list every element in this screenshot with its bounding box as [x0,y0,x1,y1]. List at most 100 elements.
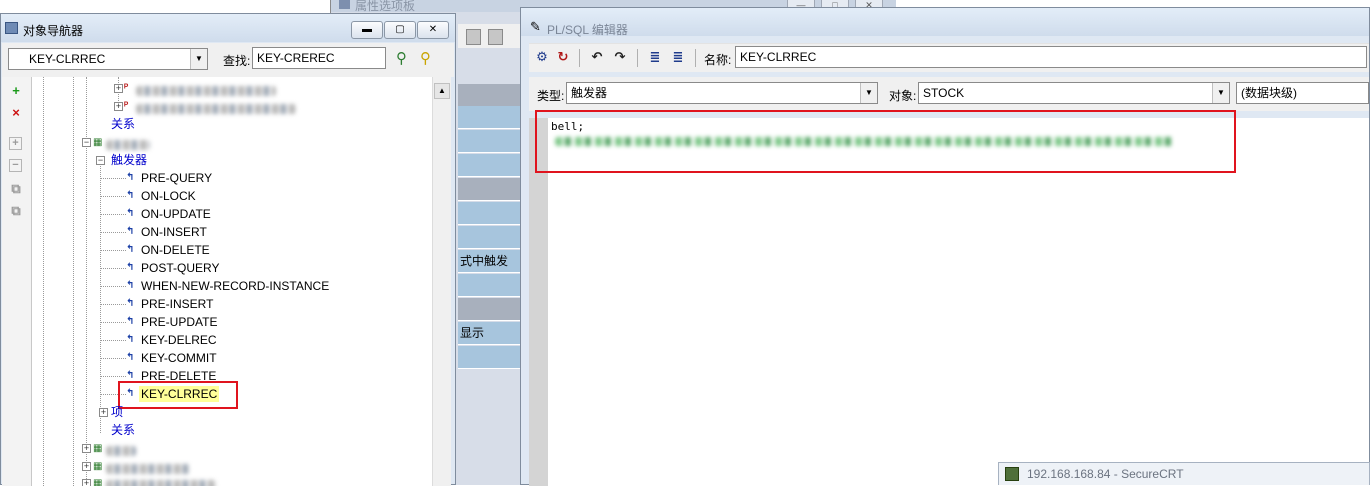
tree-expander[interactable]: + [82,462,91,471]
trigger-icon: ↰ [126,316,135,327]
property-row[interactable] [458,226,520,249]
property-row[interactable] [458,178,520,201]
inherit-property-icon[interactable] [488,29,503,45]
tree-expander[interactable]: + [114,84,123,93]
tree-node-trigger[interactable]: ON-UPDATE [141,206,211,222]
data-block-icon: ▦ [93,443,103,454]
property-row[interactable] [458,298,520,321]
property-row[interactable]: 显示 [458,322,520,345]
find-input[interactable]: KEY-CREREC [252,47,386,69]
blurred-node [106,140,150,150]
object-select[interactable]: STOCK ▼ [918,82,1230,104]
tree-node-trigger[interactable]: POST-QUERY [141,260,219,276]
search-backward-icon[interactable]: ⚲ [420,49,438,67]
highlight-box [118,381,238,409]
tree-node-triggers[interactable]: 触发器 [111,152,147,168]
property-row-label: 式中触发 [460,254,509,268]
tree-node-trigger[interactable]: WHEN-NEW-RECORD-INSTANCE [141,278,329,294]
expand-icon[interactable]: + [9,137,22,150]
tree-node-trigger[interactable]: KEY-DELREC [141,332,217,348]
type-select[interactable]: 触发器 ▼ [566,82,878,104]
tree-node-trigger[interactable]: PRE-QUERY [141,170,212,186]
object-navigator-window: 对象导航器 ▬ ▢ ✕ KEY-CLRREC ▼ 查找: KEY-CREREC … [0,13,456,486]
property-palette-toolbar [458,24,520,48]
blurred-node [136,86,276,96]
tree-expander[interactable]: + [99,408,108,417]
collapse-all-icon[interactable]: ⧉ [8,203,24,219]
trigger-icon: ↰ [126,190,135,201]
property-row-label: 显示 [460,326,485,340]
outdent-icon[interactable]: ≣ [669,48,687,66]
current-node-select[interactable]: KEY-CLRREC ▼ [8,48,208,70]
highlight-box [535,110,1236,173]
property-row[interactable] [458,84,520,107]
data-block-icon: ▦ [93,461,103,472]
editor-gutter [529,118,548,486]
chevron-down-icon[interactable]: ▼ [1212,83,1229,103]
chevron-down-icon[interactable]: ▼ [860,83,877,103]
tree-node-trigger[interactable]: PRE-INSERT [141,296,213,312]
property-row[interactable] [458,106,520,129]
revert-icon[interactable]: ↻ [554,48,572,66]
delete-icon[interactable]: × [8,105,24,121]
tree-node-trigger[interactable]: PRE-UPDATE [141,314,217,330]
paste-properties-icon[interactable] [466,29,481,45]
property-row[interactable] [458,346,520,369]
compile-icon[interactable]: ⚙ [533,48,551,66]
trigger-icon: ↰ [126,262,135,273]
indent-icon[interactable]: ≣ [646,48,664,66]
property-palette-icon [339,0,350,9]
tree-expander[interactable]: + [82,444,91,453]
expand-all-icon[interactable]: ⧉ [8,181,24,197]
scroll-up-icon[interactable]: ▲ [434,83,450,99]
property-row[interactable] [458,130,520,153]
tree-node-trigger[interactable]: KEY-COMMIT [141,350,217,366]
tree-expander[interactable]: − [96,156,105,165]
trigger-icon: ↰ [126,280,135,291]
property-row[interactable] [458,274,520,297]
object-tree: + ᴾ + ᴾ 关系 − ▦ − 触发器 ↰ PRE-QUERY ↰ ON-LO… [32,77,432,486]
trigger-icon: ↰ [126,226,135,237]
tree-expander[interactable]: − [82,138,91,147]
tree-node-trigger[interactable]: ON-LOCK [141,188,196,204]
search-forward-icon[interactable]: ⚲ [396,49,414,67]
restore-button[interactable]: ▢ [384,21,416,39]
property-row[interactable]: 式中触发 [458,250,520,273]
property-row[interactable] [458,154,520,177]
property-row[interactable] [458,202,520,225]
property-palette-title: 属性选项板 [355,0,416,13]
close-button[interactable]: ✕ [417,21,449,39]
object-navigator-titlebar[interactable]: 对象导航器 ▬ ▢ ✕ [1,14,455,42]
tree-node-items[interactable]: 项 [111,404,123,420]
tree-node-relations[interactable]: 关系 [111,116,135,132]
trigger-icon: ↰ [126,172,135,183]
plsql-editor-titlebar[interactable]: ✎ PL/SQL 编辑器 [521,8,1369,37]
property-list: 式中触发 显示 [458,84,520,374]
tree-scrollbar[interactable]: ▲ [432,77,451,486]
blurred-node [106,480,216,486]
chevron-down-icon[interactable]: ▼ [190,49,207,69]
blurred-node [106,446,136,456]
code-editor[interactable]: bell; [529,110,1369,486]
trigger-icon: ↰ [126,208,135,219]
object-navigator-title: 对象导航器 [23,24,84,38]
tree-node-trigger[interactable]: ON-DELETE [141,242,210,258]
plsql-editor-title: PL/SQL 编辑器 [547,23,628,37]
navigator-side-tools: + × + − ⧉ ⧉ [2,77,32,486]
tree-node-trigger[interactable]: ON-INSERT [141,224,207,240]
type-label: 类型: [537,89,565,103]
name-field[interactable]: KEY-CLRREC [735,46,1367,68]
collapse-icon[interactable]: − [9,159,22,172]
editor-toolbar: ⚙ ↻ ↶ ↷ ≣ ≣ 名称: KEY-CLRREC [529,43,1369,72]
create-icon[interactable]: + [8,83,24,99]
navigator-toolbar: KEY-CLRREC ▼ 查找: KEY-CREREC ⚲ ⚲ [2,43,454,77]
tree-node-relations[interactable]: 关系 [111,422,135,438]
undo-icon[interactable]: ↶ [588,48,606,66]
editor-filter-bar: 类型: 触发器 ▼ 对象: STOCK ▼ (数据块级) [529,77,1369,111]
securecrt-window-tab[interactable]: 192.168.168.84 - SecureCRT [998,462,1370,485]
trigger-icon: ↰ [126,352,135,363]
redo-icon[interactable]: ↷ [611,48,629,66]
level-select[interactable]: (数据块级) [1236,82,1369,104]
minimize-button[interactable]: ▬ [351,21,383,39]
tree-expander[interactable]: + [114,102,123,111]
